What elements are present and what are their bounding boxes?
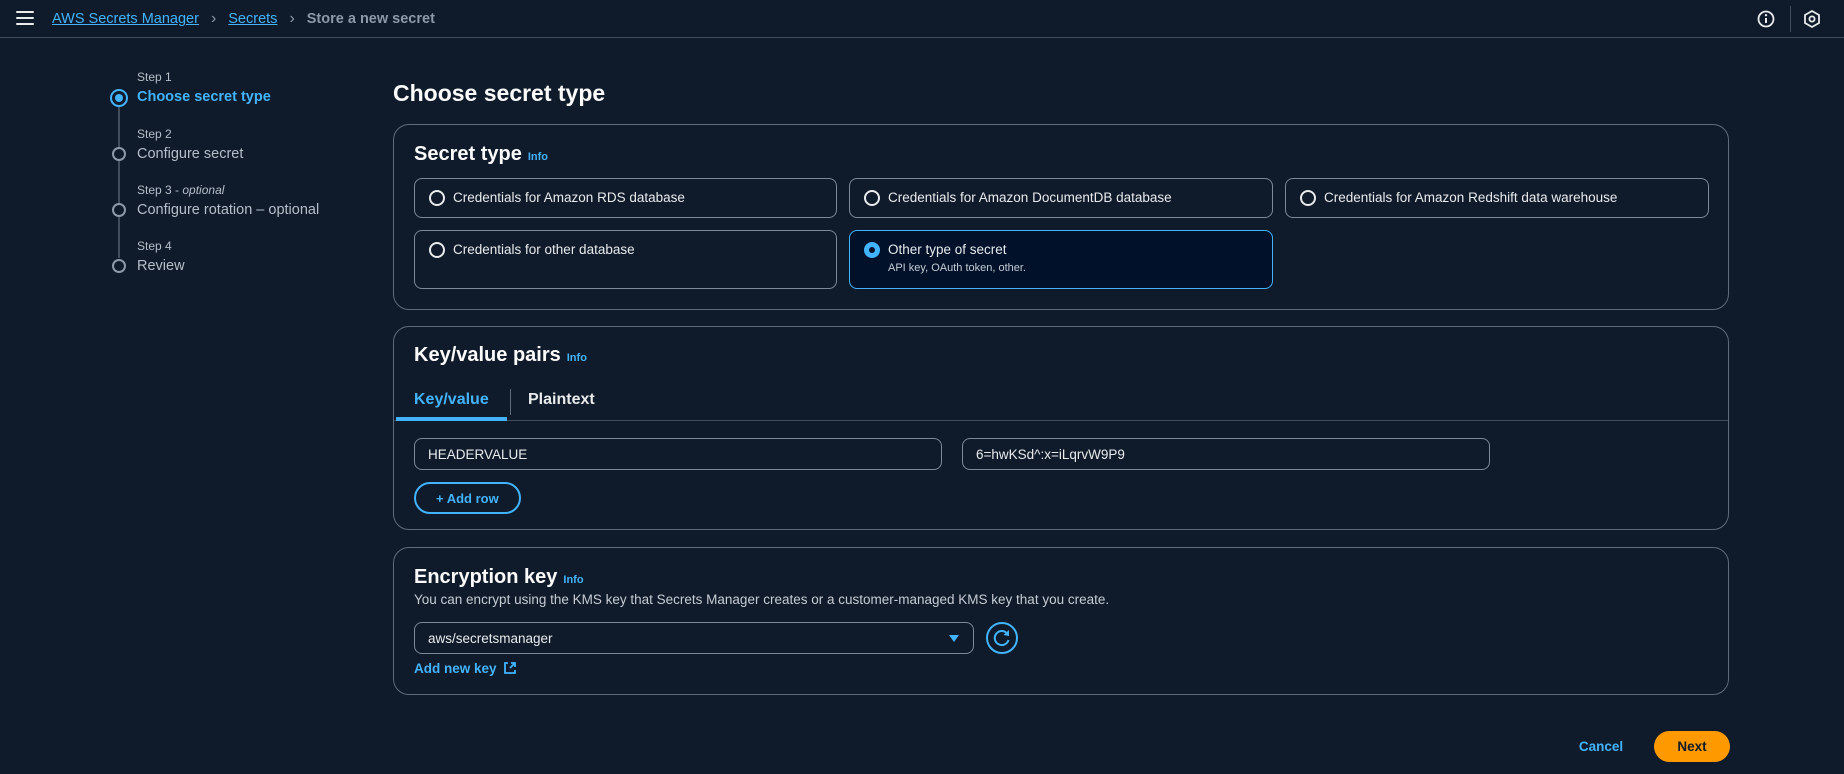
- refresh-button[interactable]: [986, 622, 1018, 654]
- info-link[interactable]: Info: [528, 151, 548, 163]
- step-indicator: [112, 203, 126, 217]
- option-rds-database[interactable]: Credentials for Amazon RDS database: [414, 178, 837, 218]
- key-value-panel: Key/value pairs Info Key/value Plaintext …: [393, 326, 1729, 530]
- caret-down-icon: [949, 635, 959, 642]
- radio-button-selected[interactable]: [864, 242, 880, 258]
- option-redshift-warehouse[interactable]: Credentials for Amazon Redshift data war…: [1285, 178, 1709, 218]
- option-label: Credentials for Amazon RDS database: [453, 190, 685, 205]
- settings-icon[interactable]: [1802, 9, 1822, 29]
- kms-key-select[interactable]: aws/secretsmanager: [414, 622, 974, 654]
- step-number: Step 1: [137, 70, 172, 84]
- page-title: Choose secret type: [393, 80, 606, 106]
- info-link[interactable]: Info: [563, 574, 583, 586]
- radio-button[interactable]: [864, 190, 880, 206]
- step-title[interactable]: Choose secret type: [137, 89, 271, 105]
- top-navigation-bar: AWS Secrets Manager › Secrets › Store a …: [0, 0, 1844, 38]
- step-title: Configure rotation – optional: [137, 202, 320, 218]
- info-circle-icon[interactable]: [1756, 9, 1776, 29]
- refresh-icon: [993, 630, 1010, 647]
- add-new-key-link[interactable]: Add new key: [414, 660, 518, 676]
- option-other-secret[interactable]: Other type of secret API key, OAuth toke…: [849, 230, 1273, 289]
- encryption-description: You can encrypt using the KMS key that S…: [414, 592, 1110, 607]
- secret-type-panel: Secret type Info Credentials for Amazon R…: [393, 124, 1729, 310]
- step-number: Step 3 - optional: [137, 183, 225, 197]
- key-input[interactable]: [414, 438, 942, 470]
- tab-key-value[interactable]: Key/value: [396, 383, 507, 421]
- panel-heading: Key/value pairs Info: [414, 344, 587, 366]
- radio-button[interactable]: [429, 242, 445, 258]
- step-number: Step 2: [137, 127, 172, 141]
- option-other-database[interactable]: Credentials for other database: [414, 230, 837, 289]
- panel-heading: Secret type Info: [414, 143, 549, 165]
- tab-plaintext[interactable]: Plaintext: [510, 383, 613, 421]
- option-label: Credentials for Amazon DocumentDB databa…: [888, 190, 1172, 205]
- step-indicator-active: [110, 89, 128, 107]
- info-link[interactable]: Info: [567, 352, 587, 364]
- option-description: API key, OAuth token, other.: [888, 262, 1026, 274]
- option-documentdb-database[interactable]: Credentials for Amazon DocumentDB databa…: [849, 178, 1273, 218]
- step-number: Step 4: [137, 239, 172, 253]
- tab-bar: Key/value Plaintext: [394, 383, 1728, 421]
- option-label: Credentials for other database: [453, 242, 635, 257]
- external-link-icon: [503, 662, 516, 674]
- select-value: aws/secretsmanager: [428, 631, 553, 646]
- breadcrumb-secrets[interactable]: Secrets: [228, 11, 277, 27]
- encryption-key-panel: Encryption key Info You can encrypt using…: [393, 547, 1729, 695]
- header-divider: [1790, 6, 1791, 32]
- add-row-button[interactable]: + Add row: [414, 482, 521, 514]
- breadcrumb-current: Store a new secret: [306, 11, 435, 27]
- step-optional-label: optional: [182, 183, 225, 197]
- step-title: Review: [137, 258, 185, 274]
- option-label: Credentials for Amazon Redshift data war…: [1324, 190, 1618, 205]
- step-indicator: [112, 147, 126, 161]
- chevron-right-icon: ›: [289, 10, 295, 27]
- step-connector: [118, 212, 120, 258]
- radio-button[interactable]: [429, 190, 445, 206]
- chevron-right-icon: ›: [210, 10, 217, 27]
- step-indicator: [112, 259, 126, 273]
- value-input[interactable]: [962, 438, 1490, 470]
- step-title: Configure secret: [137, 146, 244, 162]
- menu-icon[interactable]: [16, 11, 34, 25]
- breadcrumb-aws-secrets-manager[interactable]: AWS Secrets Manager: [52, 11, 199, 27]
- option-label: Other type of secret: [888, 242, 1007, 257]
- radio-button[interactable]: [1300, 190, 1316, 206]
- panel-heading: Encryption key Info: [414, 566, 584, 588]
- breadcrumb: AWS Secrets Manager › Secrets › Store a …: [52, 10, 435, 28]
- next-button[interactable]: Next: [1654, 731, 1730, 762]
- cancel-button[interactable]: Cancel: [1560, 731, 1642, 761]
